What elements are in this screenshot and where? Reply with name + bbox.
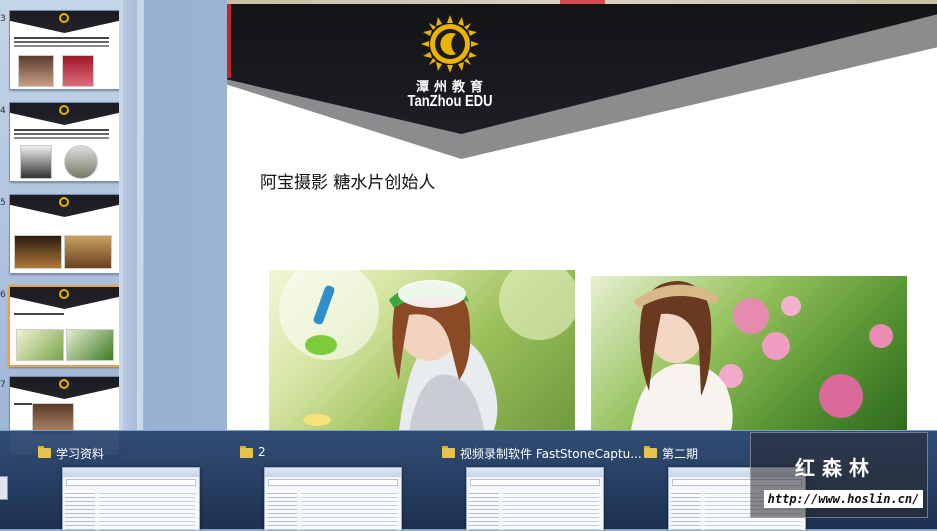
- folder-icon: [38, 446, 51, 458]
- watermark-name: 红森林: [795, 456, 876, 480]
- current-slide[interactable]: 潭州教育 TanZhou EDU 阿宝摄影 糖水片创始人: [227, 0, 937, 430]
- portrait-photo-left[interactable]: [269, 270, 575, 430]
- folder-icon: [644, 446, 657, 458]
- slide-thumbnail-4[interactable]: [9, 102, 120, 182]
- tanzhou-sun-logo-icon: [421, 15, 479, 73]
- window-title: 学习资料: [56, 447, 105, 461]
- slide-title[interactable]: 阿宝摄影 糖水片创始人: [260, 168, 435, 193]
- taskbar-window-2[interactable]: 2: [240, 431, 440, 531]
- thumb-number: 4: [0, 106, 6, 116]
- taskbar-window-faststone[interactable]: 视频录制软件 FastStoneCaptu...: [442, 431, 652, 531]
- window-preview[interactable]: [264, 467, 402, 531]
- thumb-number: 3: [0, 14, 6, 24]
- thumbnails-scroll-thumb[interactable]: [123, 0, 137, 430]
- slide-thumbnail-5[interactable]: [9, 194, 120, 274]
- folder-icon: [442, 446, 455, 458]
- accent-strip: [227, 4, 231, 78]
- logo-english-text: TanZhou EDU: [407, 91, 493, 110]
- window-preview[interactable]: [62, 467, 200, 531]
- thumb-number: 5: [0, 198, 6, 208]
- slide-thumbnail-3[interactable]: [9, 10, 120, 90]
- watermark-url: http://www.hoslin.cn/: [764, 490, 923, 508]
- window-title: 2: [258, 445, 266, 459]
- taskbar-window-xuexiziliao[interactable]: 学习资料: [38, 431, 238, 531]
- thumb-number: 6: [0, 290, 6, 300]
- side-expand-handle[interactable]: [0, 476, 8, 500]
- slide-thumbnail-6-selected[interactable]: [8, 285, 121, 367]
- window-title: 视频录制软件 FastStoneCaptu...: [460, 447, 642, 461]
- window-title: 第二期: [662, 447, 699, 461]
- window-preview[interactable]: [466, 467, 604, 531]
- portrait-photo-right[interactable]: [591, 276, 907, 430]
- folder-icon: [240, 446, 253, 458]
- thumb-number: 7: [0, 380, 6, 390]
